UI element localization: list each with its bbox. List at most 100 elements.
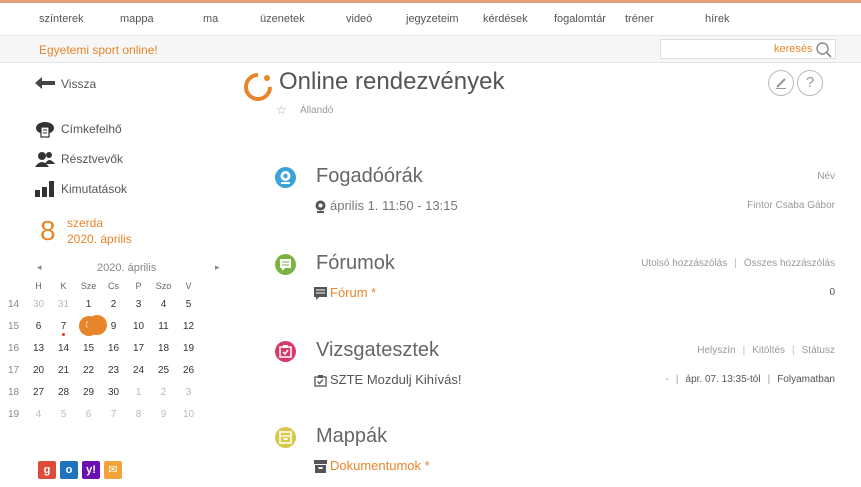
yahoo-icon[interactable]: y! — [82, 461, 100, 479]
nav-ma[interactable]: ma — [203, 13, 218, 25]
forum-small-icon — [314, 287, 327, 300]
column-header-last-post[interactable]: Utolsó hozzászólás — [641, 258, 727, 269]
calendar-day[interactable]: 29 — [76, 381, 101, 403]
calendar-day[interactable]: 1 — [126, 381, 151, 403]
calendar-day[interactable]: 14 — [51, 337, 76, 359]
calendar-day[interactable]: 23 — [101, 359, 126, 381]
calendar-day[interactable]: 9 — [101, 315, 126, 337]
help-button[interactable]: ? — [797, 70, 823, 96]
edit-button[interactable] — [768, 70, 794, 96]
back-link[interactable]: Vissza — [35, 76, 135, 92]
section-title[interactable]: Fogadóórák — [316, 165, 423, 188]
nav-jegyzeteim[interactable]: jegyzeteim — [406, 13, 459, 25]
mail-icon[interactable]: ✉ — [104, 461, 122, 479]
calendar-day-label: 6 — [35, 320, 42, 332]
exam-details: - | ápr. 07. 13:35-tól | Folyamatban — [665, 374, 835, 385]
calendar-day[interactable]: 6 — [26, 315, 51, 337]
column-header-nev[interactable]: Név — [817, 171, 835, 182]
calendar-day[interactable]: 7 — [101, 403, 126, 425]
exam-status: Folyamatban — [777, 374, 835, 385]
calendar-day[interactable]: 31 — [51, 293, 76, 315]
calendar-day-label: 3 — [185, 386, 192, 398]
nav-video[interactable]: videó — [346, 13, 372, 25]
calendar-day[interactable]: 10 — [176, 403, 201, 425]
column-header-location[interactable]: Helyszín — [697, 345, 735, 356]
calendar-day[interactable]: 20 — [26, 359, 51, 381]
calendar-day[interactable]: 2 — [101, 293, 126, 315]
office-hours-host: Fintor Csaba Gábor — [747, 200, 835, 211]
calendar-day[interactable]: 27 — [26, 381, 51, 403]
calendar-day[interactable]: 15 — [76, 337, 101, 359]
calendar-day[interactable]: 6 — [76, 403, 101, 425]
forum-name: Fórum * — [330, 285, 377, 300]
calendar-day[interactable]: 5 — [51, 403, 76, 425]
column-header-completion[interactable]: Kitöltés — [752, 345, 785, 356]
calendar-week-row: 19 4 5 6 7 8 9 10 — [1, 403, 201, 425]
calendar-day[interactable]: 10 — [126, 315, 151, 337]
calendar-day-label: 16 — [107, 342, 120, 354]
calendar-day-label: 2 — [160, 386, 167, 398]
column-header-status[interactable]: Státusz — [802, 345, 835, 356]
nav-uzenetek[interactable]: üzenetek — [260, 13, 305, 25]
sidebar-item-cimkefelho[interactable]: Címkefelhő — [35, 121, 175, 139]
nav-trener[interactable]: tréner — [625, 13, 654, 25]
calendar-day[interactable]: 18 — [151, 337, 176, 359]
star-icon[interactable]: ☆ — [276, 103, 287, 117]
calendar-day[interactable]: 12 — [176, 315, 201, 337]
calendar-day-label: 5 — [185, 298, 192, 310]
webcam-icon — [275, 167, 296, 188]
course-title[interactable]: Egyetemi sport online! — [39, 43, 158, 57]
calendar-day[interactable]: 9 — [151, 403, 176, 425]
calendar-day[interactable]: 3 — [176, 381, 201, 403]
section-title[interactable]: Vizsgatesztek — [316, 339, 439, 362]
calendar-next-button[interactable]: ▸ — [215, 262, 220, 273]
calendar-day[interactable]: 28 — [51, 381, 76, 403]
calendar-day-label: 20 — [32, 364, 45, 376]
calendar-day[interactable]: 5 — [176, 293, 201, 315]
calendar-day[interactable]: 2 — [151, 381, 176, 403]
section-title[interactable]: Fórumok — [316, 252, 395, 275]
calendar-day[interactable]: 7 — [51, 315, 76, 337]
google-icon[interactable]: g — [38, 461, 56, 479]
calendar-day[interactable]: 16 — [101, 337, 126, 359]
calendar-week-row: 14 30 31 1 2 3 4 5 — [1, 293, 201, 315]
calendar-day[interactable]: 3 — [126, 293, 151, 315]
calendar-day[interactable]: 1 — [76, 293, 101, 315]
calendar-day[interactable]: 30 — [26, 293, 51, 315]
section-title[interactable]: Mappák — [316, 425, 387, 448]
calendar-day[interactable]: 11 — [151, 315, 176, 337]
calendar-day-label: 25 — [157, 364, 170, 376]
exam-icon — [275, 341, 296, 362]
calendar-day[interactable]: 4 — [151, 293, 176, 315]
weekday-header: H — [35, 281, 42, 291]
calendar-day[interactable]: 30 — [101, 381, 126, 403]
search-label[interactable]: keresés — [774, 43, 813, 55]
calendar-day[interactable]: 4 — [26, 403, 51, 425]
sidebar: Vissza Címkefelhő Résztvevők Kimutatások… — [0, 63, 240, 484]
nav-szinterek[interactable]: színterek — [39, 13, 84, 25]
nav-mappa[interactable]: mappa — [120, 13, 154, 25]
calendar-day-label: 5 — [60, 408, 67, 420]
exam-name: SZTE Mozdulj Kihívás! — [330, 372, 462, 387]
nav-fogalomtar[interactable]: fogalomtár — [554, 13, 606, 25]
search-input[interactable] — [663, 42, 763, 56]
calendar-day[interactable]: 19 — [176, 337, 201, 359]
nav-kerdesek[interactable]: kérdések — [483, 13, 528, 25]
calendar-day[interactable]: 24 — [126, 359, 151, 381]
calendar-day[interactable]: 21 — [51, 359, 76, 381]
calendar-day[interactable]: 17 — [126, 337, 151, 359]
sidebar-item-kimutatasok[interactable]: Kimutatások — [35, 181, 175, 199]
weekday-header: V — [185, 281, 192, 291]
search-icon[interactable] — [815, 41, 833, 59]
calendar-day[interactable]: 26 — [176, 359, 201, 381]
column-header-all-posts[interactable]: Összes hozzászólás — [744, 258, 835, 269]
calendar-prev-button[interactable]: ◂ — [37, 262, 42, 273]
calendar-day[interactable]: 13 — [26, 337, 51, 359]
calendar-day[interactable]: 25 — [151, 359, 176, 381]
calendar-day[interactable]: 8 — [126, 403, 151, 425]
outlook-icon[interactable]: o — [60, 461, 78, 479]
nav-hirek[interactable]: hírek — [705, 13, 729, 25]
calendar-day-today[interactable]: 8 — [76, 315, 107, 337]
sidebar-item-resztvevok[interactable]: Résztvevők — [35, 151, 175, 169]
calendar-day[interactable]: 22 — [76, 359, 101, 381]
